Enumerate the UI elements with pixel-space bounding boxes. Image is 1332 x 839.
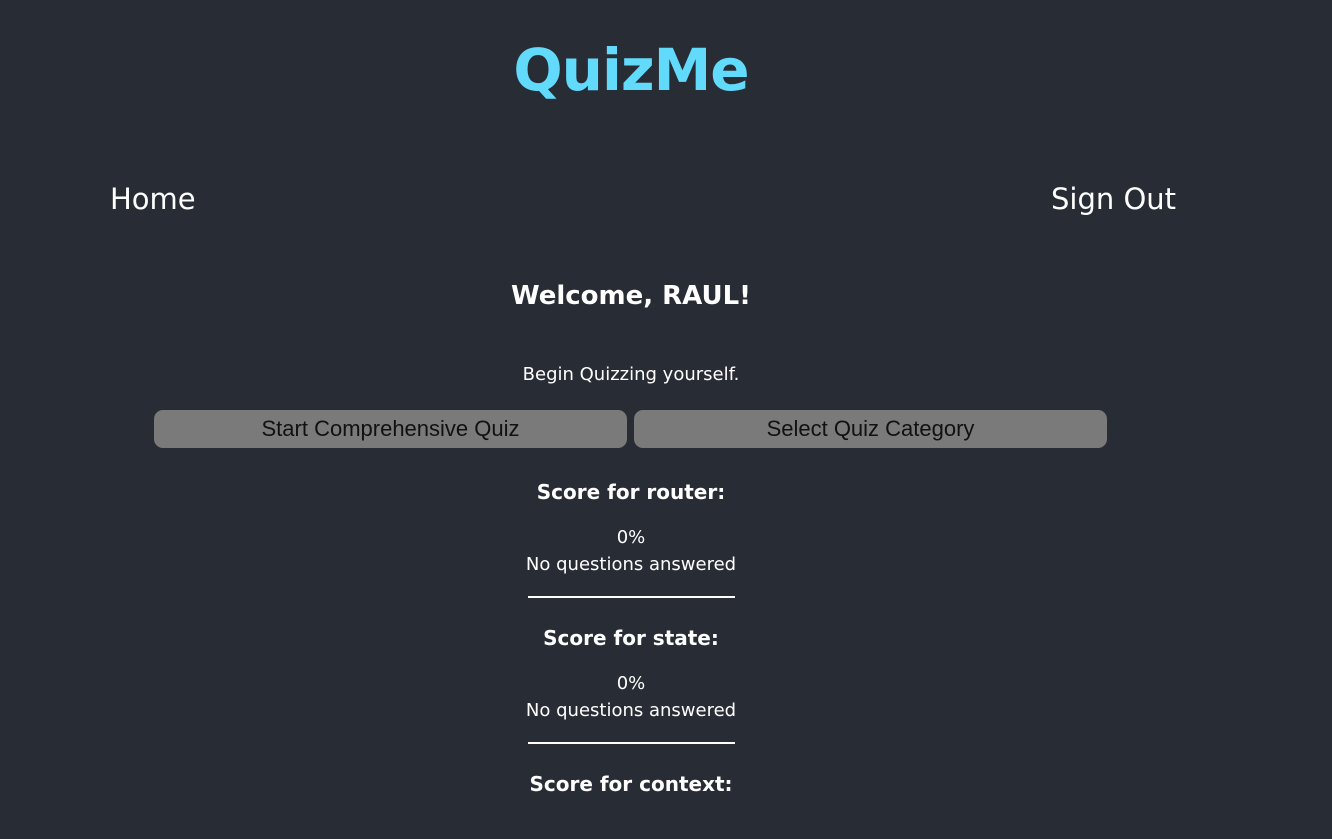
nav-sign-out-link[interactable]: Sign Out	[1051, 180, 1176, 218]
score-block-state: Score for state: 0% No questions answere…	[0, 622, 1262, 744]
score-percent: 0%	[616, 527, 646, 548]
page: QuizMe Home Sign Out Welcome, RAUL! Begi…	[0, 0, 1332, 839]
score-divider	[527, 596, 735, 598]
start-comprehensive-quiz-button[interactable]: Start Comprehensive Quiz	[154, 410, 627, 448]
score-list: Score for router: 0% No questions answer…	[0, 476, 1262, 816]
score-status: No questions answered	[525, 554, 737, 575]
score-block-router: Score for router: 0% No questions answer…	[0, 476, 1262, 598]
score-heading: Score for context:	[529, 772, 733, 796]
welcome-heading: Welcome, RAUL!	[510, 281, 752, 311]
score-divider	[527, 742, 735, 744]
nav-home-link[interactable]: Home	[110, 180, 196, 218]
score-block-context: Score for context:	[0, 768, 1262, 800]
score-heading: Score for state:	[543, 626, 719, 650]
intro-text: Begin Quizzing yourself.	[522, 364, 740, 385]
select-quiz-category-button[interactable]: Select Quiz Category	[634, 410, 1107, 448]
app-title: QuizMe	[513, 36, 749, 104]
score-status: No questions answered	[525, 700, 737, 721]
score-percent: 0%	[616, 673, 646, 694]
score-heading: Score for router:	[536, 480, 726, 504]
